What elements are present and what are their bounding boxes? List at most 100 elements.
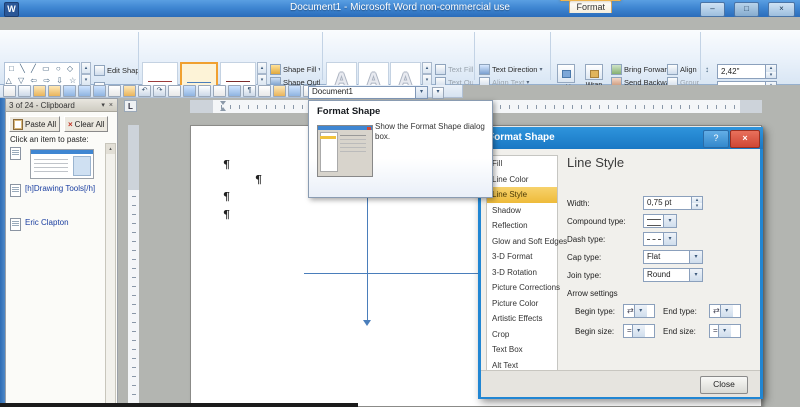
dropdown-icon[interactable]: ▾ bbox=[631, 325, 645, 337]
clipboard-pane-title: 3 of 24 - Clipboard bbox=[9, 100, 75, 110]
sidebar-item-shadow[interactable]: Shadow bbox=[487, 203, 557, 219]
zoom-icon[interactable] bbox=[258, 85, 271, 97]
clear-all-button[interactable]: × Clear All bbox=[64, 116, 109, 132]
tab-selector[interactable]: L bbox=[124, 100, 137, 112]
clipboard-item-3[interactable]: Eric Clapton bbox=[10, 218, 69, 231]
close-dialog-button[interactable]: Close bbox=[700, 376, 748, 394]
scroll-up-icon[interactable]: ▴ bbox=[106, 144, 115, 154]
indent-marker[interactable] bbox=[220, 101, 227, 111]
group-separator bbox=[550, 32, 551, 80]
toolbar-options-icon[interactable]: ▾ bbox=[432, 87, 444, 99]
clipboard-item-thumbnail[interactable] bbox=[30, 149, 94, 179]
sidebar-item-crop[interactable]: Crop bbox=[487, 327, 557, 343]
open-icon[interactable] bbox=[33, 85, 46, 97]
save-icon[interactable] bbox=[63, 85, 76, 97]
dropdown-icon[interactable]: ▾ bbox=[663, 233, 676, 245]
text-fill-button[interactable]: Text Fill ▾ bbox=[435, 64, 473, 75]
table-icon[interactable] bbox=[183, 85, 196, 97]
spin-down-icon[interactable]: ▾ bbox=[692, 203, 702, 209]
pane-close-icon[interactable]: × bbox=[107, 102, 115, 109]
new-document-icon[interactable] bbox=[18, 85, 31, 97]
gallery-scroll-up-icon[interactable]: ▴ bbox=[81, 62, 91, 74]
tooltip-body: Show the Format Shape dialog box. bbox=[375, 122, 485, 141]
dropdown-icon[interactable]: ▾ bbox=[689, 269, 702, 281]
join-type-combo[interactable]: Round ▾ bbox=[643, 268, 703, 282]
dropdown-icon[interactable]: ▾ bbox=[719, 305, 733, 317]
columns-icon[interactable] bbox=[198, 85, 211, 97]
spin-down-icon[interactable]: ▾ bbox=[766, 71, 776, 78]
pane-scrollbar[interactable]: ▴ bbox=[105, 143, 116, 405]
wordart-scroll-up-icon[interactable]: ▴ bbox=[422, 62, 432, 74]
paste-all-button[interactable]: Paste All bbox=[9, 116, 61, 132]
dropdown-icon[interactable]: ▾ bbox=[717, 325, 731, 337]
shape-fill-button[interactable]: Shape Fill ▾ bbox=[270, 64, 320, 75]
style-scroll-up-icon[interactable]: ▴ bbox=[257, 62, 267, 74]
maximize-button[interactable]: □ bbox=[734, 2, 759, 17]
begin-size-dropdown[interactable]: = ▾ bbox=[623, 324, 655, 338]
clipboard-item-2[interactable]: [h]Drawing Tools[/h] bbox=[10, 184, 95, 197]
dash-type-dropdown[interactable]: ▾ bbox=[643, 232, 677, 246]
web-preview-icon[interactable] bbox=[3, 85, 16, 97]
sidebar-item-picture-color[interactable]: Picture Color bbox=[487, 296, 557, 312]
sidebar-item-3d-format[interactable]: 3-D Format bbox=[487, 249, 557, 265]
end-size-dropdown[interactable]: = ▾ bbox=[709, 324, 741, 338]
sidebar-item-3d-rotation[interactable]: 3-D Rotation bbox=[487, 265, 557, 281]
sidebar-item-text-box[interactable]: Text Box bbox=[487, 342, 557, 358]
sidebar-item-glow[interactable]: Glow and Soft Edges bbox=[487, 234, 567, 250]
width-value-spinner[interactable]: ▴ ▾ bbox=[691, 197, 702, 209]
text-direction-icon bbox=[479, 64, 490, 75]
undo-icon[interactable]: ↶ bbox=[138, 85, 151, 97]
minimize-button[interactable]: – bbox=[700, 2, 725, 17]
sidebar-item-picture-corrections[interactable]: Picture Corrections bbox=[487, 280, 560, 296]
close-button[interactable]: × bbox=[768, 2, 795, 17]
cap-type-combo[interactable]: Flat ▾ bbox=[643, 250, 703, 264]
document-map-icon[interactable] bbox=[228, 85, 241, 97]
compound-type-dropdown[interactable]: ▾ bbox=[643, 214, 677, 228]
begin-type-dropdown[interactable]: ⇄ ▾ bbox=[623, 304, 655, 318]
group-separator bbox=[700, 32, 701, 80]
drawing-icon[interactable] bbox=[213, 85, 226, 97]
sidebar-item-line-color[interactable]: Line Color bbox=[487, 172, 557, 188]
save-as-icon[interactable] bbox=[78, 85, 91, 97]
clipboard-item-1[interactable] bbox=[10, 147, 21, 160]
sidebar-item-reflection[interactable]: Reflection bbox=[487, 218, 557, 234]
sidebar-item-line-style[interactable]: Line Style bbox=[487, 187, 557, 203]
spelling-icon[interactable] bbox=[123, 85, 136, 97]
dropdown-icon[interactable]: ▾ bbox=[689, 251, 702, 263]
dropdown-icon[interactable]: ▾ bbox=[633, 305, 647, 317]
format-shape-dialog-thumbnail bbox=[317, 125, 373, 177]
sidebar-item-artistic-effects[interactable]: Artistic Effects bbox=[487, 311, 557, 327]
dropdown-icon[interactable]: ▾ bbox=[663, 215, 676, 227]
pane-menu-icon[interactable]: ▾ bbox=[99, 101, 107, 109]
end-type-dropdown[interactable]: ⇄ ▾ bbox=[709, 304, 741, 318]
shape-icons-row1[interactable]: □ ╲ ╱ ▭ ○ ◇ bbox=[5, 63, 79, 75]
dialog-help-button[interactable]: ? bbox=[703, 130, 729, 148]
arrow-type-icon: ⇄ bbox=[713, 306, 720, 315]
width-spinbox[interactable]: 0,75 pt ▴ ▾ bbox=[643, 196, 703, 210]
hyperlink-icon[interactable] bbox=[168, 85, 181, 97]
tab-format[interactable]: Drawing Tools Format bbox=[560, 0, 621, 13]
text-direction-button[interactable]: Text Direction ▾ bbox=[479, 64, 549, 75]
align-button[interactable]: Align ▾ bbox=[667, 64, 699, 75]
horizontal-line-shape[interactable] bbox=[304, 273, 479, 274]
combo-dropdown-icon[interactable]: ▾ bbox=[415, 87, 427, 98]
vertical-ruler[interactable] bbox=[128, 125, 139, 407]
dialog-close-button[interactable]: × bbox=[730, 130, 760, 148]
sidebar-item-fill[interactable]: Fill bbox=[487, 156, 557, 172]
shape-height-field[interactable]: 2,42" ▴ ▾ bbox=[717, 64, 777, 79]
edit-shape-button[interactable]: Edit Shape ▾ bbox=[94, 65, 138, 76]
help-icon[interactable] bbox=[273, 85, 286, 97]
dialog-body: Fill Line Color Line Style Shadow Reflec… bbox=[481, 149, 760, 396]
redo-icon[interactable]: ↷ bbox=[153, 85, 166, 97]
document-combo[interactable]: Document1 ▾ bbox=[308, 86, 428, 99]
print-icon[interactable] bbox=[93, 85, 106, 97]
show-hide-marks-icon[interactable]: ¶ bbox=[243, 85, 256, 97]
title-bar: W Document1 - Microsoft Word non-commerc… bbox=[0, 0, 800, 17]
bring-forward-button[interactable]: Bring Forward ▾ bbox=[611, 64, 673, 75]
insert-sheet-icon[interactable] bbox=[288, 85, 301, 97]
mail-icon[interactable] bbox=[48, 85, 61, 97]
group-separator bbox=[322, 32, 323, 80]
arrow-shape-vertical-line[interactable] bbox=[367, 198, 368, 321]
print-preview-icon[interactable] bbox=[108, 85, 121, 97]
height-spinner[interactable]: ▴ ▾ bbox=[765, 65, 776, 78]
